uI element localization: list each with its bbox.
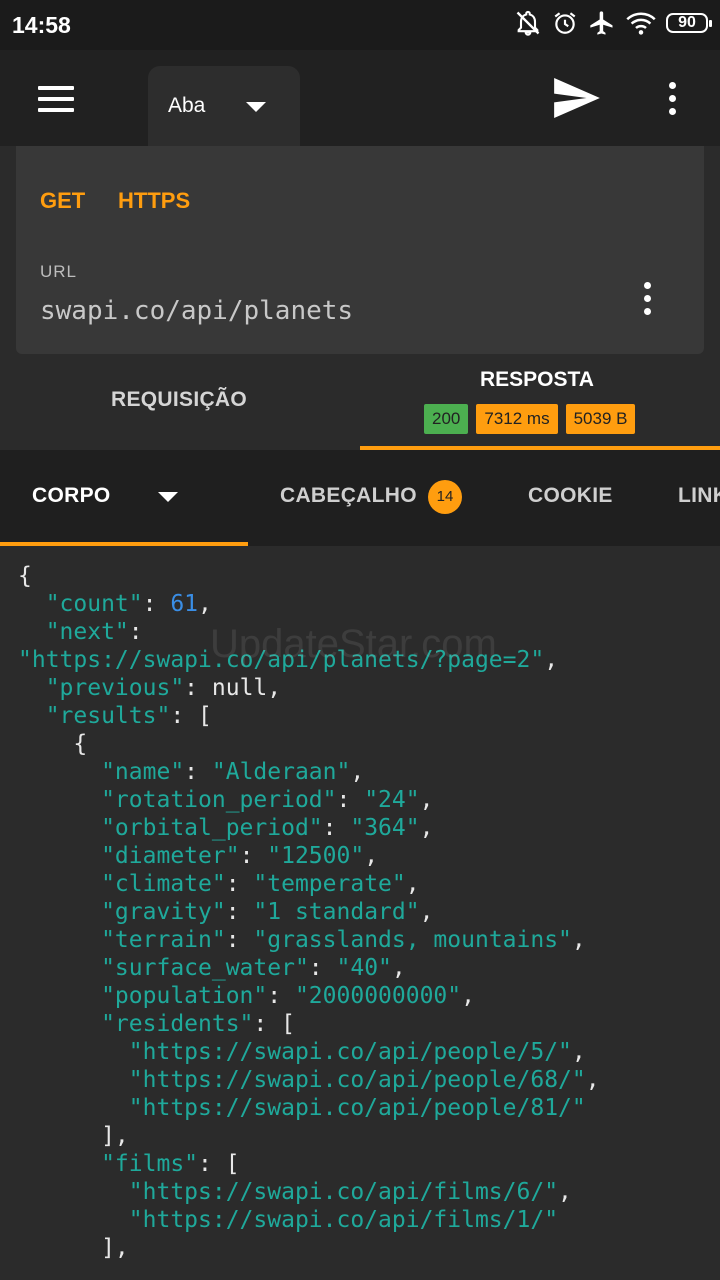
json-line: "https://swapi.co/api/people/68/",	[18, 1067, 600, 1093]
status-time: 14:58	[12, 12, 71, 38]
tab-headers[interactable]: CABEÇALHO	[280, 484, 417, 508]
tab-response[interactable]: RESPOSTA 200 7312 ms 5039 B	[360, 354, 720, 450]
tab-selector[interactable]: Aba	[148, 66, 300, 146]
json-line: "residents": [	[18, 1011, 295, 1037]
tab-link[interactable]: LINK	[678, 484, 720, 508]
battery-icon: 90	[666, 13, 712, 33]
url-options-icon[interactable]	[640, 282, 654, 322]
json-line: "https://swapi.co/api/people/5/",	[18, 1039, 586, 1065]
tab-response-label: RESPOSTA	[480, 368, 594, 391]
chevron-down-icon	[246, 102, 266, 112]
json-line: "count": 61,	[18, 591, 212, 617]
json-line: "rotation_period": "24",	[18, 787, 434, 813]
url-label: URL	[40, 262, 78, 281]
json-line: {	[18, 731, 88, 757]
tab-body[interactable]: CORPO	[32, 484, 111, 508]
json-line: "diameter": "12500",	[18, 843, 379, 869]
response-body[interactable]: { "count": 61, "next": "https://swapi.co/…	[0, 548, 720, 1280]
response-time-badge: 7312 ms	[476, 404, 558, 434]
alarm-icon	[554, 12, 576, 34]
app-bar: Aba	[0, 50, 720, 146]
menu-icon[interactable]	[38, 86, 74, 112]
json-line: "results": [	[18, 703, 212, 729]
json-line: "https://swapi.co/api/films/1/"	[18, 1207, 559, 1233]
method-selector[interactable]: GET	[40, 188, 85, 214]
json-line: "orbital_period": "364",	[18, 815, 434, 841]
status-icons: 90	[514, 9, 712, 37]
json-line: "terrain": "grasslands, mountains",	[18, 927, 586, 953]
headers-count-badge: 14	[428, 480, 462, 514]
send-icon[interactable]	[554, 78, 600, 118]
json-line: "surface_water": "40",	[18, 955, 406, 981]
response-size-badge: 5039 B	[565, 404, 636, 434]
tab-request[interactable]: REQUISIÇÃO	[0, 354, 360, 450]
chevron-down-icon[interactable]	[158, 492, 178, 502]
json-line: "climate": "temperate",	[18, 871, 420, 897]
json-line: "https://swapi.co/api/films/6/",	[18, 1179, 572, 1205]
response-sub-tabs: CORPO CABEÇALHO 14 COOKIE LINK	[0, 450, 720, 546]
status-bar: 14:58 90	[0, 0, 720, 50]
tab-request-label: REQUISIÇÃO	[111, 388, 248, 411]
tab-label: Aba	[168, 94, 206, 117]
json-line: ],	[18, 1235, 129, 1261]
protocol-selector[interactable]: HTTPS	[118, 188, 190, 214]
tab-cookie[interactable]: COOKIE	[528, 484, 613, 508]
wifi-icon	[626, 12, 656, 35]
airplane-mode-icon	[590, 11, 613, 35]
json-line: "population": "2000000000",	[18, 983, 475, 1009]
json-line: "https://swapi.co/api/planets/?page=2",	[18, 647, 559, 673]
json-line: {	[18, 563, 32, 589]
main-tabs: REQUISIÇÃO RESPOSTA 200 7312 ms 5039 B	[0, 354, 720, 450]
json-line: "https://swapi.co/api/people/81/"	[18, 1095, 586, 1121]
json-line: "name": "Alderaan",	[18, 759, 365, 785]
json-line: "previous": null,	[18, 675, 282, 701]
status-code-badge: 200	[424, 404, 469, 434]
notifications-off-icon	[516, 10, 540, 36]
more-options-icon[interactable]	[662, 82, 682, 120]
json-line: "next":	[18, 619, 143, 645]
json-line: "gravity": "1 standard",	[18, 899, 434, 925]
url-input[interactable]: swapi.co/api/planets	[40, 296, 353, 326]
json-line: ],	[18, 1123, 129, 1149]
json-line: "films": [	[18, 1151, 240, 1177]
response-stats: 200 7312 ms 5039 B	[424, 404, 636, 434]
request-card: GET HTTPS URL swapi.co/api/planets	[16, 146, 704, 354]
active-subtab-indicator	[0, 542, 248, 546]
